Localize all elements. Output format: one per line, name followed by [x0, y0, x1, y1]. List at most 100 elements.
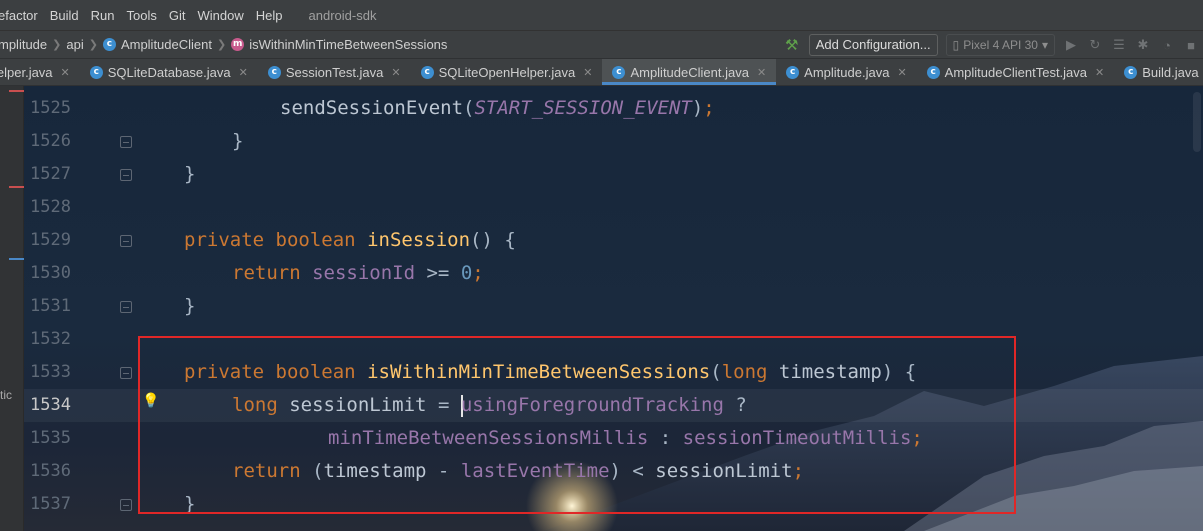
tab-sqliteopenhelper-java[interactable]: c SQLiteOpenHelper.java ✕	[411, 59, 603, 85]
class-icon: c	[1124, 65, 1138, 79]
token-field: minTimeBetweenSessionsMillis	[328, 427, 649, 449]
token-brace: }	[232, 130, 244, 152]
method-icon: m	[231, 38, 245, 51]
phone-icon: ▯	[952, 38, 960, 52]
add-configuration-button[interactable]: Add Configuration...	[808, 34, 938, 56]
code-line-1525: sendSessionEvent(START_SESSION_EVENT);	[280, 97, 715, 119]
tab-amplitudeclienttest-java[interactable]: c AmplitudeClientTest.java ✕	[917, 59, 1115, 85]
menu-run[interactable]: Run	[85, 8, 121, 23]
breadcrumb-item-package[interactable]: api	[66, 37, 83, 52]
close-icon[interactable]: ✕	[757, 66, 766, 79]
tab-amplitudeclient-java[interactable]: c AmplitudeClient.java ✕	[602, 59, 777, 85]
run-toolbar: ⚒ Add Configuration... ▯ Pixel 4 API 30 …	[783, 31, 1203, 59]
menu-bar: efactor Build Run Tools Git Window Help …	[0, 0, 1203, 30]
menu-build[interactable]: Build	[44, 8, 85, 23]
tab-label: lelper.java	[0, 64, 53, 80]
stop-icon[interactable]: ■	[1183, 38, 1199, 53]
token-parameter: timestamp	[778, 361, 882, 383]
line-number: 1536	[30, 461, 71, 481]
close-icon[interactable]: ✕	[897, 66, 906, 79]
chevron-right-icon: ❯	[88, 39, 98, 51]
debug-icon[interactable]: ✱	[1135, 37, 1151, 53]
chevron-down-icon: ▾	[1041, 38, 1048, 52]
fold-marker-icon[interactable]	[120, 136, 132, 148]
project-title: android-sdk	[308, 7, 377, 23]
close-icon[interactable]: ✕	[239, 66, 248, 79]
close-icon[interactable]: ✕	[583, 66, 592, 79]
token-keyword: private	[184, 361, 265, 383]
tab-amplitude-java[interactable]: c Amplitude.java ✕	[776, 59, 917, 85]
token-keyword: boolean	[275, 229, 356, 251]
menu-refactor[interactable]: efactor	[0, 8, 44, 23]
class-icon: c	[420, 65, 434, 79]
class-icon: c	[102, 38, 116, 51]
fold-marker-icon[interactable]	[120, 235, 132, 247]
tab-sqlitedatabase-java[interactable]: c SQLiteDatabase.java ✕	[80, 59, 258, 85]
breadcrumb: mplitude ❯ api ❯ c AmplitudeClient ❯ m i…	[0, 37, 447, 52]
token-number: 0	[460, 262, 473, 284]
token-field: sessionTimeoutMillis	[682, 427, 912, 449]
chevron-right-icon: ❯	[216, 39, 227, 51]
token-keyword: return	[232, 460, 301, 482]
menu-git[interactable]: Git	[163, 8, 192, 23]
code-line-1530: return sessionId >= 0;	[232, 262, 484, 284]
close-icon[interactable]: ✕	[61, 66, 70, 79]
scrollbar-thumb[interactable]	[1193, 92, 1201, 152]
hammer-icon[interactable]: ⚒	[783, 36, 801, 54]
token-method-name: isWithinMinTimeBetweenSessions	[367, 361, 711, 383]
project-panel-edge[interactable]: tic	[0, 86, 24, 531]
chevron-right-icon: ❯	[52, 39, 62, 51]
fold-marker-icon[interactable]	[120, 301, 132, 313]
token-keyword: private	[184, 229, 265, 251]
token-field: sessionId	[312, 262, 416, 284]
class-icon: c	[89, 65, 103, 79]
close-icon[interactable]: ✕	[1095, 66, 1104, 79]
token-brace: }	[184, 163, 196, 185]
token-keyword: long	[232, 394, 278, 416]
menu-tools[interactable]: Tools	[121, 8, 163, 23]
tab-label: AmplitudeClientTest.java	[944, 64, 1088, 80]
line-number: 1527	[30, 164, 71, 184]
fold-marker-icon[interactable]	[120, 499, 132, 511]
code-line-1531: }	[184, 290, 195, 323]
run-icon[interactable]: ▶	[1063, 37, 1079, 53]
apply-changes-icon[interactable]: ↻	[1087, 37, 1103, 53]
code-line-1527: }	[184, 158, 195, 191]
breadcrumb-item-module[interactable]: mplitude	[0, 37, 47, 52]
line-number: 1525	[30, 98, 71, 118]
code-line-1537: }	[184, 488, 195, 521]
code-editor[interactable]: 1525 1526 1527 1528 1529 1530 1531 1532 …	[24, 86, 1203, 531]
tab-label: Amplitude.java	[804, 64, 890, 80]
code-line-1535: minTimeBetweenSessionsMillis : sessionTi…	[328, 427, 923, 449]
device-label: Pixel 4 API 30	[963, 38, 1038, 52]
token-keyword: return	[232, 262, 301, 284]
code-line-1534: long sessionLimit = usingForegroundTrack…	[232, 394, 747, 417]
token-keyword: long	[721, 361, 768, 383]
selection-marker	[9, 258, 24, 260]
line-number: 1528	[30, 197, 71, 217]
device-selector[interactable]: ▯ Pixel 4 API 30 ▾	[945, 34, 1055, 56]
apply-code-changes-icon[interactable]: ☰	[1111, 37, 1127, 53]
tab-helper-java[interactable]: lelper.java ✕	[0, 59, 80, 85]
tab-sessiontest-java[interactable]: c SessionTest.java ✕	[258, 59, 411, 85]
line-number: 1537	[30, 494, 71, 514]
tab-label: Build.java	[1142, 64, 1199, 80]
fold-marker-icon[interactable]	[120, 367, 132, 379]
editor-tabs: lelper.java ✕ c SQLiteDatabase.java ✕ c …	[0, 58, 1203, 86]
line-number: 1530	[30, 263, 71, 283]
line-number: 1531	[30, 296, 71, 316]
token-function-call: sendSessionEvent	[280, 97, 464, 119]
line-number: 1526	[30, 131, 71, 151]
tab-label: AmplitudeClient.java	[630, 64, 749, 80]
tab-build-java[interactable]: c Build.java	[1114, 59, 1203, 85]
breadcrumb-item-method[interactable]: isWithinMinTimeBetweenSessions	[249, 37, 447, 52]
close-icon[interactable]: ✕	[391, 66, 400, 79]
profile-icon[interactable]: ◔	[1159, 38, 1175, 53]
lightbulb-icon[interactable]: 💡	[142, 392, 159, 409]
menu-window[interactable]: Window	[192, 8, 250, 23]
line-number: 1532	[30, 329, 71, 349]
menu-help[interactable]: Help	[250, 8, 289, 23]
breadcrumb-item-class[interactable]: AmplitudeClient	[121, 37, 212, 52]
fold-marker-icon[interactable]	[120, 169, 132, 181]
line-number: 1529	[30, 230, 71, 250]
